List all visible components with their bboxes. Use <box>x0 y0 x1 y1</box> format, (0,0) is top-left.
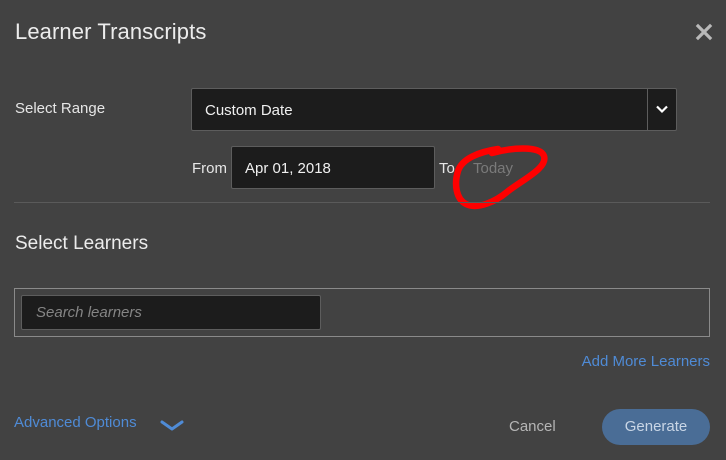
close-icon <box>695 23 713 41</box>
from-date-field[interactable]: Apr 01, 2018 <box>231 146 435 189</box>
range-dropdown-toggle[interactable] <box>647 89 676 130</box>
from-label: From <box>192 160 227 177</box>
section-divider <box>14 202 710 203</box>
close-button[interactable] <box>692 20 716 44</box>
chevron-down-icon <box>160 420 184 431</box>
advanced-options-toggle[interactable] <box>160 419 184 437</box>
chevron-down-icon <box>656 105 668 114</box>
range-dropdown-value: Custom Date <box>205 102 293 119</box>
learner-transcripts-dialog: Learner Transcripts Select Range Custom … <box>0 0 726 460</box>
advanced-options-link[interactable]: Advanced Options <box>14 414 137 431</box>
red-circle-annotation <box>452 145 548 210</box>
select-range-label: Select Range <box>15 100 106 117</box>
generate-button[interactable]: Generate <box>602 409 710 445</box>
select-learners-title: Select Learners <box>15 233 149 254</box>
dialog-title: Learner Transcripts <box>15 19 207 44</box>
add-more-learners-link[interactable]: Add More Learners <box>582 353 710 370</box>
range-dropdown[interactable]: Custom Date <box>191 88 677 131</box>
from-date-value: Apr 01, 2018 <box>245 160 331 177</box>
search-learners-input[interactable] <box>21 295 321 330</box>
cancel-button[interactable]: Cancel <box>509 418 556 435</box>
